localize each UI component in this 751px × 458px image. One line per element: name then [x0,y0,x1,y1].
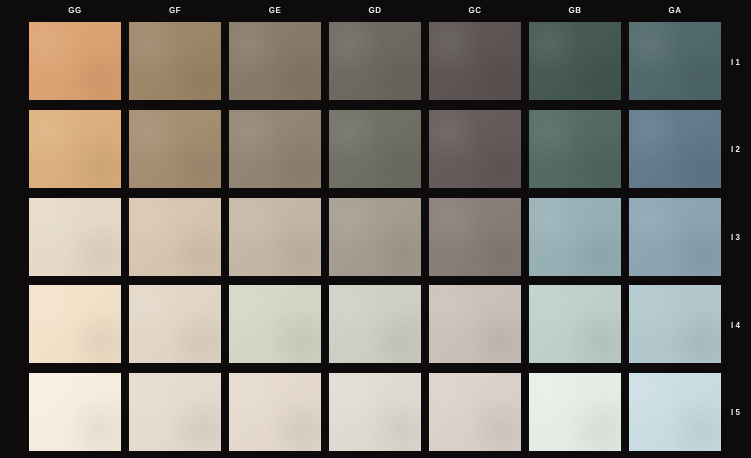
swatch-ga-1 [629,22,721,100]
swatch-gf-3 [129,198,221,276]
swatch-gf-5 [129,373,221,451]
column-header-gf: GF [168,6,182,15]
swatch-gg-2 [29,110,121,188]
column-header-gc: GC [468,6,482,15]
swatch-gb-2 [529,110,621,188]
swatch-gd-4 [329,285,421,363]
swatch-ga-4 [629,285,721,363]
column-header-ga: GA [668,6,682,15]
row-label-3: I 3 [731,233,740,242]
swatch-gg-1 [29,22,121,100]
swatch-gc-5 [429,373,521,451]
swatch-gc-3 [429,198,521,276]
swatch-ge-4 [229,285,321,363]
swatch-ge-3 [229,198,321,276]
row-label-4: I 4 [731,321,740,330]
swatch-gg-3 [29,198,121,276]
swatch-gc-2 [429,110,521,188]
swatch-gf-4 [129,285,221,363]
swatch-gd-5 [329,373,421,451]
column-header-gb: GB [568,6,582,15]
swatch-gc-1 [429,22,521,100]
swatch-gg-4 [29,285,121,363]
swatch-gf-2 [129,110,221,188]
swatch-ga-2 [629,110,721,188]
column-header-gd: GD [368,6,382,15]
column-header-ge: GE [268,6,282,15]
swatch-gd-1 [329,22,421,100]
swatch-gb-5 [529,373,621,451]
swatch-gb-4 [529,285,621,363]
swatch-ge-1 [229,22,321,100]
swatch-gd-3 [329,198,421,276]
row-label-5: I 5 [731,408,740,417]
swatch-gg-5 [29,373,121,451]
swatch-gb-3 [529,198,621,276]
swatch-ga-3 [629,198,721,276]
swatch-ge-2 [229,110,321,188]
column-header-gg: GG [68,6,82,15]
swatch-ge-5 [229,373,321,451]
swatch-ga-5 [629,373,721,451]
row-label-2: I 2 [731,145,740,154]
swatch-gf-1 [129,22,221,100]
swatch-gb-1 [529,22,621,100]
swatch-gc-4 [429,285,521,363]
color-chart: GG GF GE GD GC GB GA I 1 I 2 I 3 I 4 I 5 [0,0,751,458]
swatch-gd-2 [329,110,421,188]
row-label-1: I 1 [731,58,740,67]
